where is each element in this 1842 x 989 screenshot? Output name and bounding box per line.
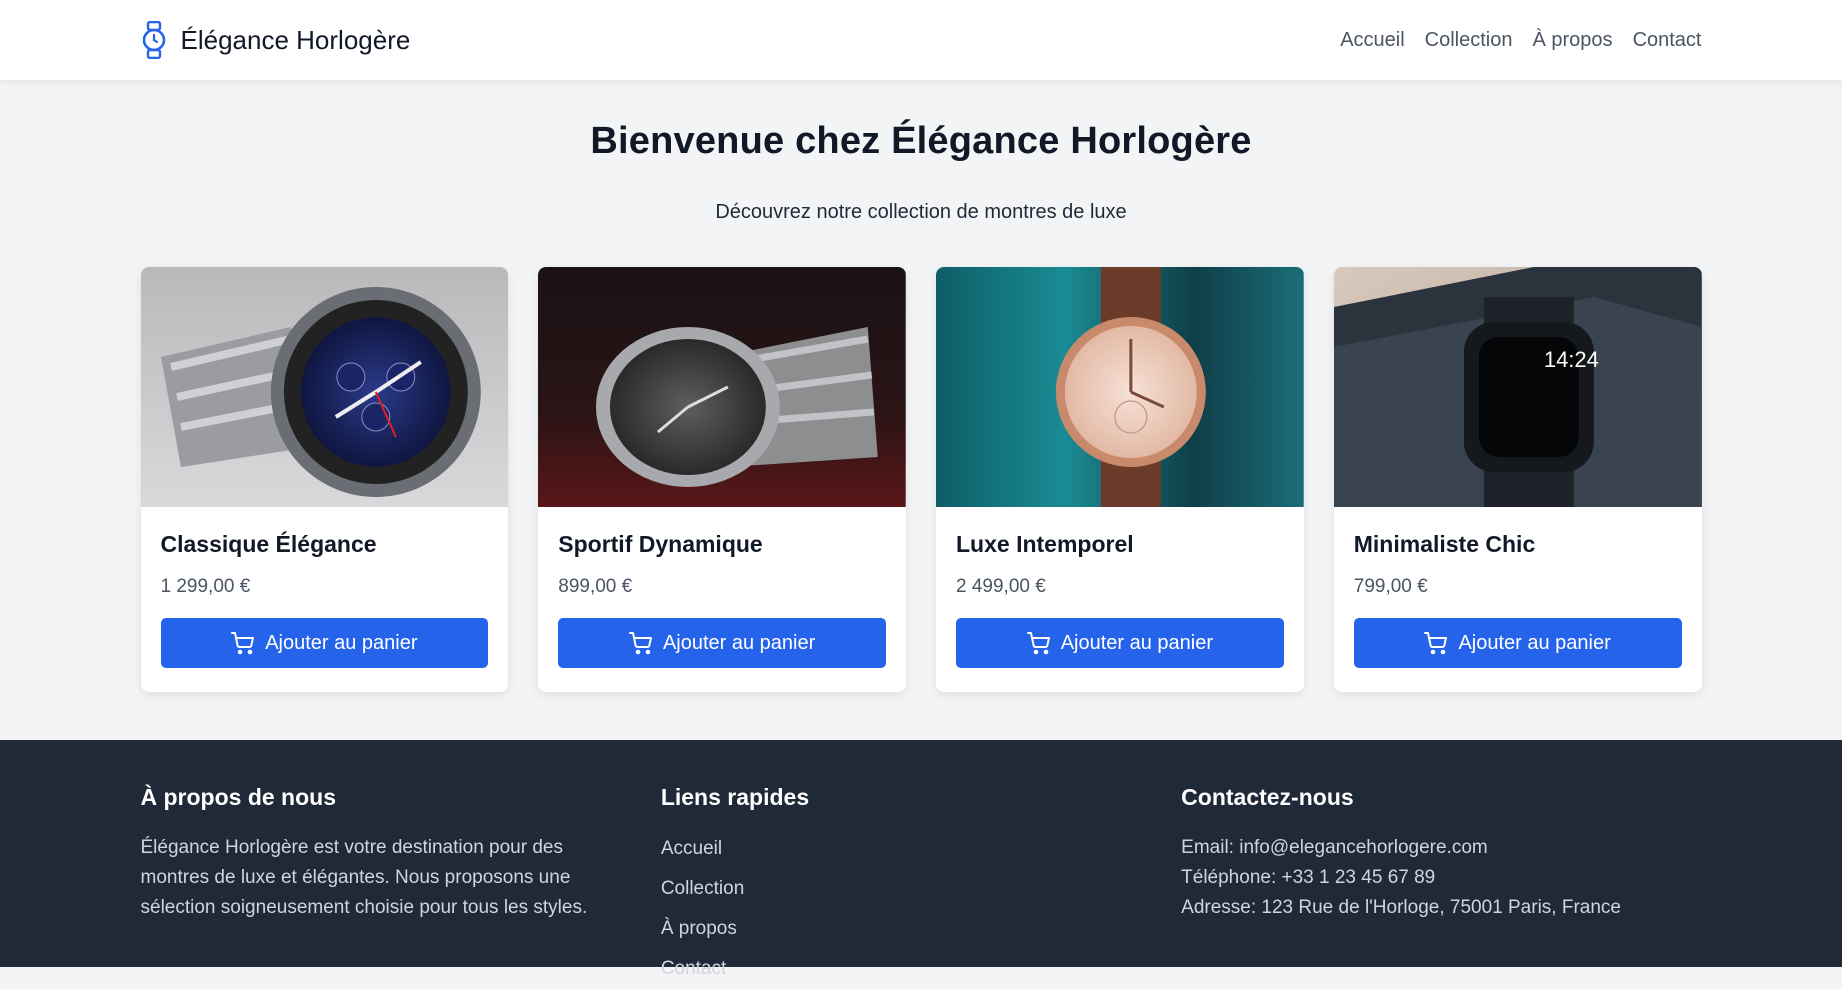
product-price: 2 499,00 € [956,576,1046,597]
site-header: Élégance Horlogère Accueil Collection À … [0,0,1842,80]
add-to-cart-label: Ajouter au panier [265,631,418,654]
footer-link-a-propos[interactable]: À propos [661,909,1181,949]
brand-name: Élégance Horlogère [180,24,411,55]
product-card: Sportif Dynamique 899,00 € Ajouter au pa… [538,267,906,692]
product-name[interactable]: Minimaliste Chic [1354,531,1682,558]
hero-subtitle: Découvrez notre collection de montres de… [715,201,1127,223]
footer-links-list: Accueil Collection À propos Contact [661,829,1181,989]
product-card: Classique Élégance 1 299,00 € Ajouter au… [140,267,509,692]
nav-link-a-propos[interactable]: À propos [1533,29,1613,52]
product-image[interactable] [936,267,1304,507]
add-to-cart-button[interactable]: Ajouter au panier [558,618,886,668]
footer-about-text: Élégance Horlogère est votre destination… [140,837,588,918]
add-to-cart-label: Ajouter au panier [662,631,816,654]
footer-link-accueil[interactable]: Accueil [661,829,1181,869]
footer-links: Liens rapides Accueil Collection À propo… [661,784,1181,989]
product-name[interactable]: Luxe Intemporel [956,531,1284,558]
footer-link-collection[interactable]: Collection [661,869,1181,909]
footer-about-title: À propos de nous [140,784,337,810]
add-to-cart-label: Ajouter au panier [1458,631,1611,654]
brand[interactable]: Élégance Horlogère [141,20,411,60]
footer-contact-title: Contactez-nous [1181,784,1354,810]
product-card: 14:24 Minimaliste Chic 799,00 € Ajouter … [1333,267,1702,692]
add-to-cart-button[interactable]: Ajouter au panier [956,618,1284,668]
main-content: Bienvenue chez Élégance Horlogère Découv… [0,80,1842,692]
svg-text:14:24: 14:24 [1544,347,1599,372]
add-to-cart-button[interactable]: Ajouter au panier [160,618,489,668]
page-title: Bienvenue chez Élégance Horlogère [590,120,1252,162]
site-footer: À propos de nous Élégance Horlogère est … [0,740,1842,979]
product-grid: Classique Élégance 1 299,00 € Ajouter au… [140,267,1702,692]
footer-contact-email[interactable]: Email: info@elegancehorlogere.com [1181,833,1701,863]
cart-icon [628,632,652,655]
footer-about: À propos de nous Élégance Horlogère est … [141,784,661,989]
footer-links-title: Liens rapides [660,784,810,810]
footer-contact-address: Adresse: 123 Rue de l'Horloge, 75001 Par… [1181,897,1621,918]
footer-contact-phone[interactable]: Téléphone: +33 1 23 45 67 89 [1181,863,1701,893]
add-to-cart-button[interactable]: Ajouter au panier [1353,618,1682,668]
cart-icon [1424,632,1448,655]
watch-icon [141,20,167,60]
cart-icon [1026,632,1050,655]
product-image[interactable] [538,267,906,507]
hero: Bienvenue chez Élégance Horlogère Découv… [141,80,1702,224]
main-nav: Accueil Collection À propos Contact [1340,29,1701,52]
footer-link-contact[interactable]: Contact [661,949,1181,989]
footer-contact: Contactez-nous Email: info@elegancehorlo… [1181,784,1701,989]
nav-link-contact[interactable]: Contact [1633,29,1702,52]
product-price: 1 299,00 € [160,576,251,597]
cart-icon [231,632,255,655]
product-card: Luxe Intemporel 2 499,00 € Ajouter au pa… [936,267,1304,692]
add-to-cart-label: Ajouter au panier [1060,631,1214,654]
product-name[interactable]: Sportif Dynamique [558,531,886,558]
product-image[interactable] [140,267,509,507]
product-price: 799,00 € [1353,576,1428,597]
nav-link-accueil[interactable]: Accueil [1340,29,1404,52]
nav-link-collection[interactable]: Collection [1425,29,1513,52]
product-name[interactable]: Classique Élégance [161,531,489,558]
product-image[interactable]: 14:24 [1333,267,1702,507]
product-price: 899,00 € [558,576,633,597]
